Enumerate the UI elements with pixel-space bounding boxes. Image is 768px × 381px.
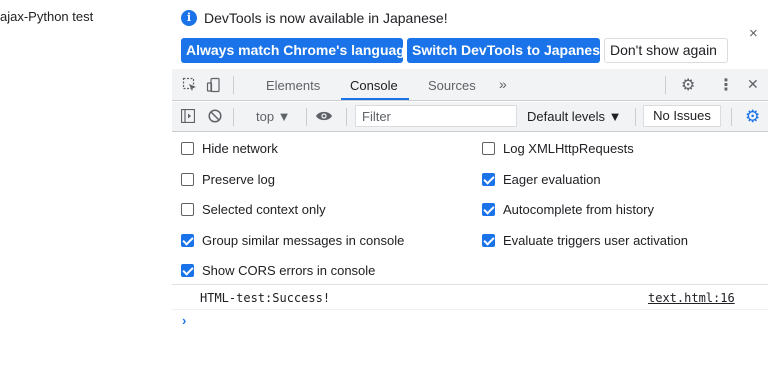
switch-to-japanese-button[interactable]: Switch DevTools to Japanese: [407, 38, 608, 63]
dont-show-again-button[interactable]: Don't show again: [604, 38, 728, 63]
checkbox[interactable]: [181, 234, 194, 247]
setting-preserve-log[interactable]: Preserve log: [181, 172, 275, 187]
device-toolbar-icon[interactable]: [206, 77, 222, 96]
tab-console[interactable]: Console: [350, 78, 398, 93]
checkbox[interactable]: [482, 234, 495, 247]
console-settings-pane: Hide network Preserve log Selected conte…: [172, 132, 768, 285]
context-selector[interactable]: top ▼: [256, 109, 291, 124]
setting-label: Group similar messages in console: [202, 233, 405, 248]
clear-console-icon[interactable]: [208, 109, 222, 126]
setting-autocomplete-history[interactable]: Autocomplete from history: [482, 202, 654, 217]
setting-group-similar[interactable]: Group similar messages in console: [181, 233, 404, 248]
setting-label: Evaluate triggers user activation: [503, 233, 688, 248]
setting-label: Eager evaluation: [503, 172, 601, 187]
more-tabs-icon[interactable]: »: [499, 76, 507, 92]
setting-log-xmlhttprequests[interactable]: Log XMLHttpRequests: [482, 141, 634, 156]
tab-elements[interactable]: Elements: [266, 78, 320, 93]
toolbar-separator: [233, 108, 234, 126]
close-devtools-icon[interactable]: ✕: [747, 76, 759, 93]
setting-show-cors-errors[interactable]: Show CORS errors in console: [181, 263, 375, 278]
setting-selected-context-only[interactable]: Selected context only: [181, 202, 326, 217]
devtools-panel: i DevTools is now available in Japanese!…: [172, 0, 768, 381]
checkbox[interactable]: [482, 142, 495, 155]
setting-label: Preserve log: [202, 172, 275, 187]
settings-gear-icon[interactable]: ⚙: [681, 75, 695, 95]
setting-label: Autocomplete from history: [503, 202, 655, 217]
toolbar-separator: [306, 108, 307, 126]
console-log-row: HTML-test:Success! text.html:16: [172, 287, 768, 310]
log-levels-dropdown[interactable]: Default levels ▼: [527, 109, 622, 124]
log-message: HTML-test:Success!: [200, 291, 331, 305]
console-toolbar: top ▼ Default levels ▼ No Issues ⚙: [172, 102, 768, 132]
setting-evaluate-triggers[interactable]: Evaluate triggers user activation: [482, 233, 688, 248]
setting-label: Log XMLHttpRequests: [503, 141, 634, 156]
setting-eager-evaluation[interactable]: Eager evaluation: [482, 172, 601, 187]
setting-hide-network[interactable]: Hide network: [181, 141, 278, 156]
log-source-link[interactable]: text.html:16: [648, 291, 735, 305]
checkbox[interactable]: [181, 142, 194, 155]
console-settings-gear-icon[interactable]: ⚙: [745, 107, 760, 127]
infobar-message: DevTools is now available in Japanese!: [204, 10, 448, 26]
inspect-element-icon[interactable]: [182, 77, 198, 96]
setting-label: Selected context only: [202, 202, 326, 217]
checkbox[interactable]: [181, 264, 194, 277]
setting-label: Show CORS errors in console: [202, 263, 376, 278]
language-infobar: i DevTools is now available in Japanese!…: [172, 0, 768, 67]
page-heading-text: ajax-Python test: [0, 9, 94, 24]
checkbox[interactable]: [181, 173, 194, 186]
setting-label: Hide network: [202, 141, 278, 156]
devtools-tab-bar: Elements Console Sources » ⚙ ⋮ ✕: [172, 69, 768, 101]
show-sidebar-icon[interactable]: [180, 108, 196, 126]
active-tab-indicator: [341, 98, 409, 100]
infobar-close-icon[interactable]: ×: [749, 25, 758, 42]
checkbox[interactable]: [181, 203, 194, 216]
tab-separator: [233, 76, 234, 94]
live-expression-eye-icon[interactable]: [315, 109, 333, 126]
checkbox[interactable]: [482, 173, 495, 186]
console-prompt-icon[interactable]: ›: [182, 313, 186, 328]
tab-separator: [665, 76, 666, 94]
info-icon: i: [181, 10, 197, 26]
issues-button[interactable]: No Issues: [643, 105, 721, 127]
toolbar-separator: [346, 108, 347, 126]
toolbar-separator: [731, 108, 732, 126]
more-options-icon[interactable]: ⋮: [718, 75, 734, 95]
checkbox[interactable]: [482, 203, 495, 216]
toolbar-separator: [635, 108, 636, 126]
tab-sources[interactable]: Sources: [428, 78, 476, 93]
always-match-language-button[interactable]: Always match Chrome's language: [181, 38, 413, 63]
filter-input[interactable]: [355, 105, 517, 127]
